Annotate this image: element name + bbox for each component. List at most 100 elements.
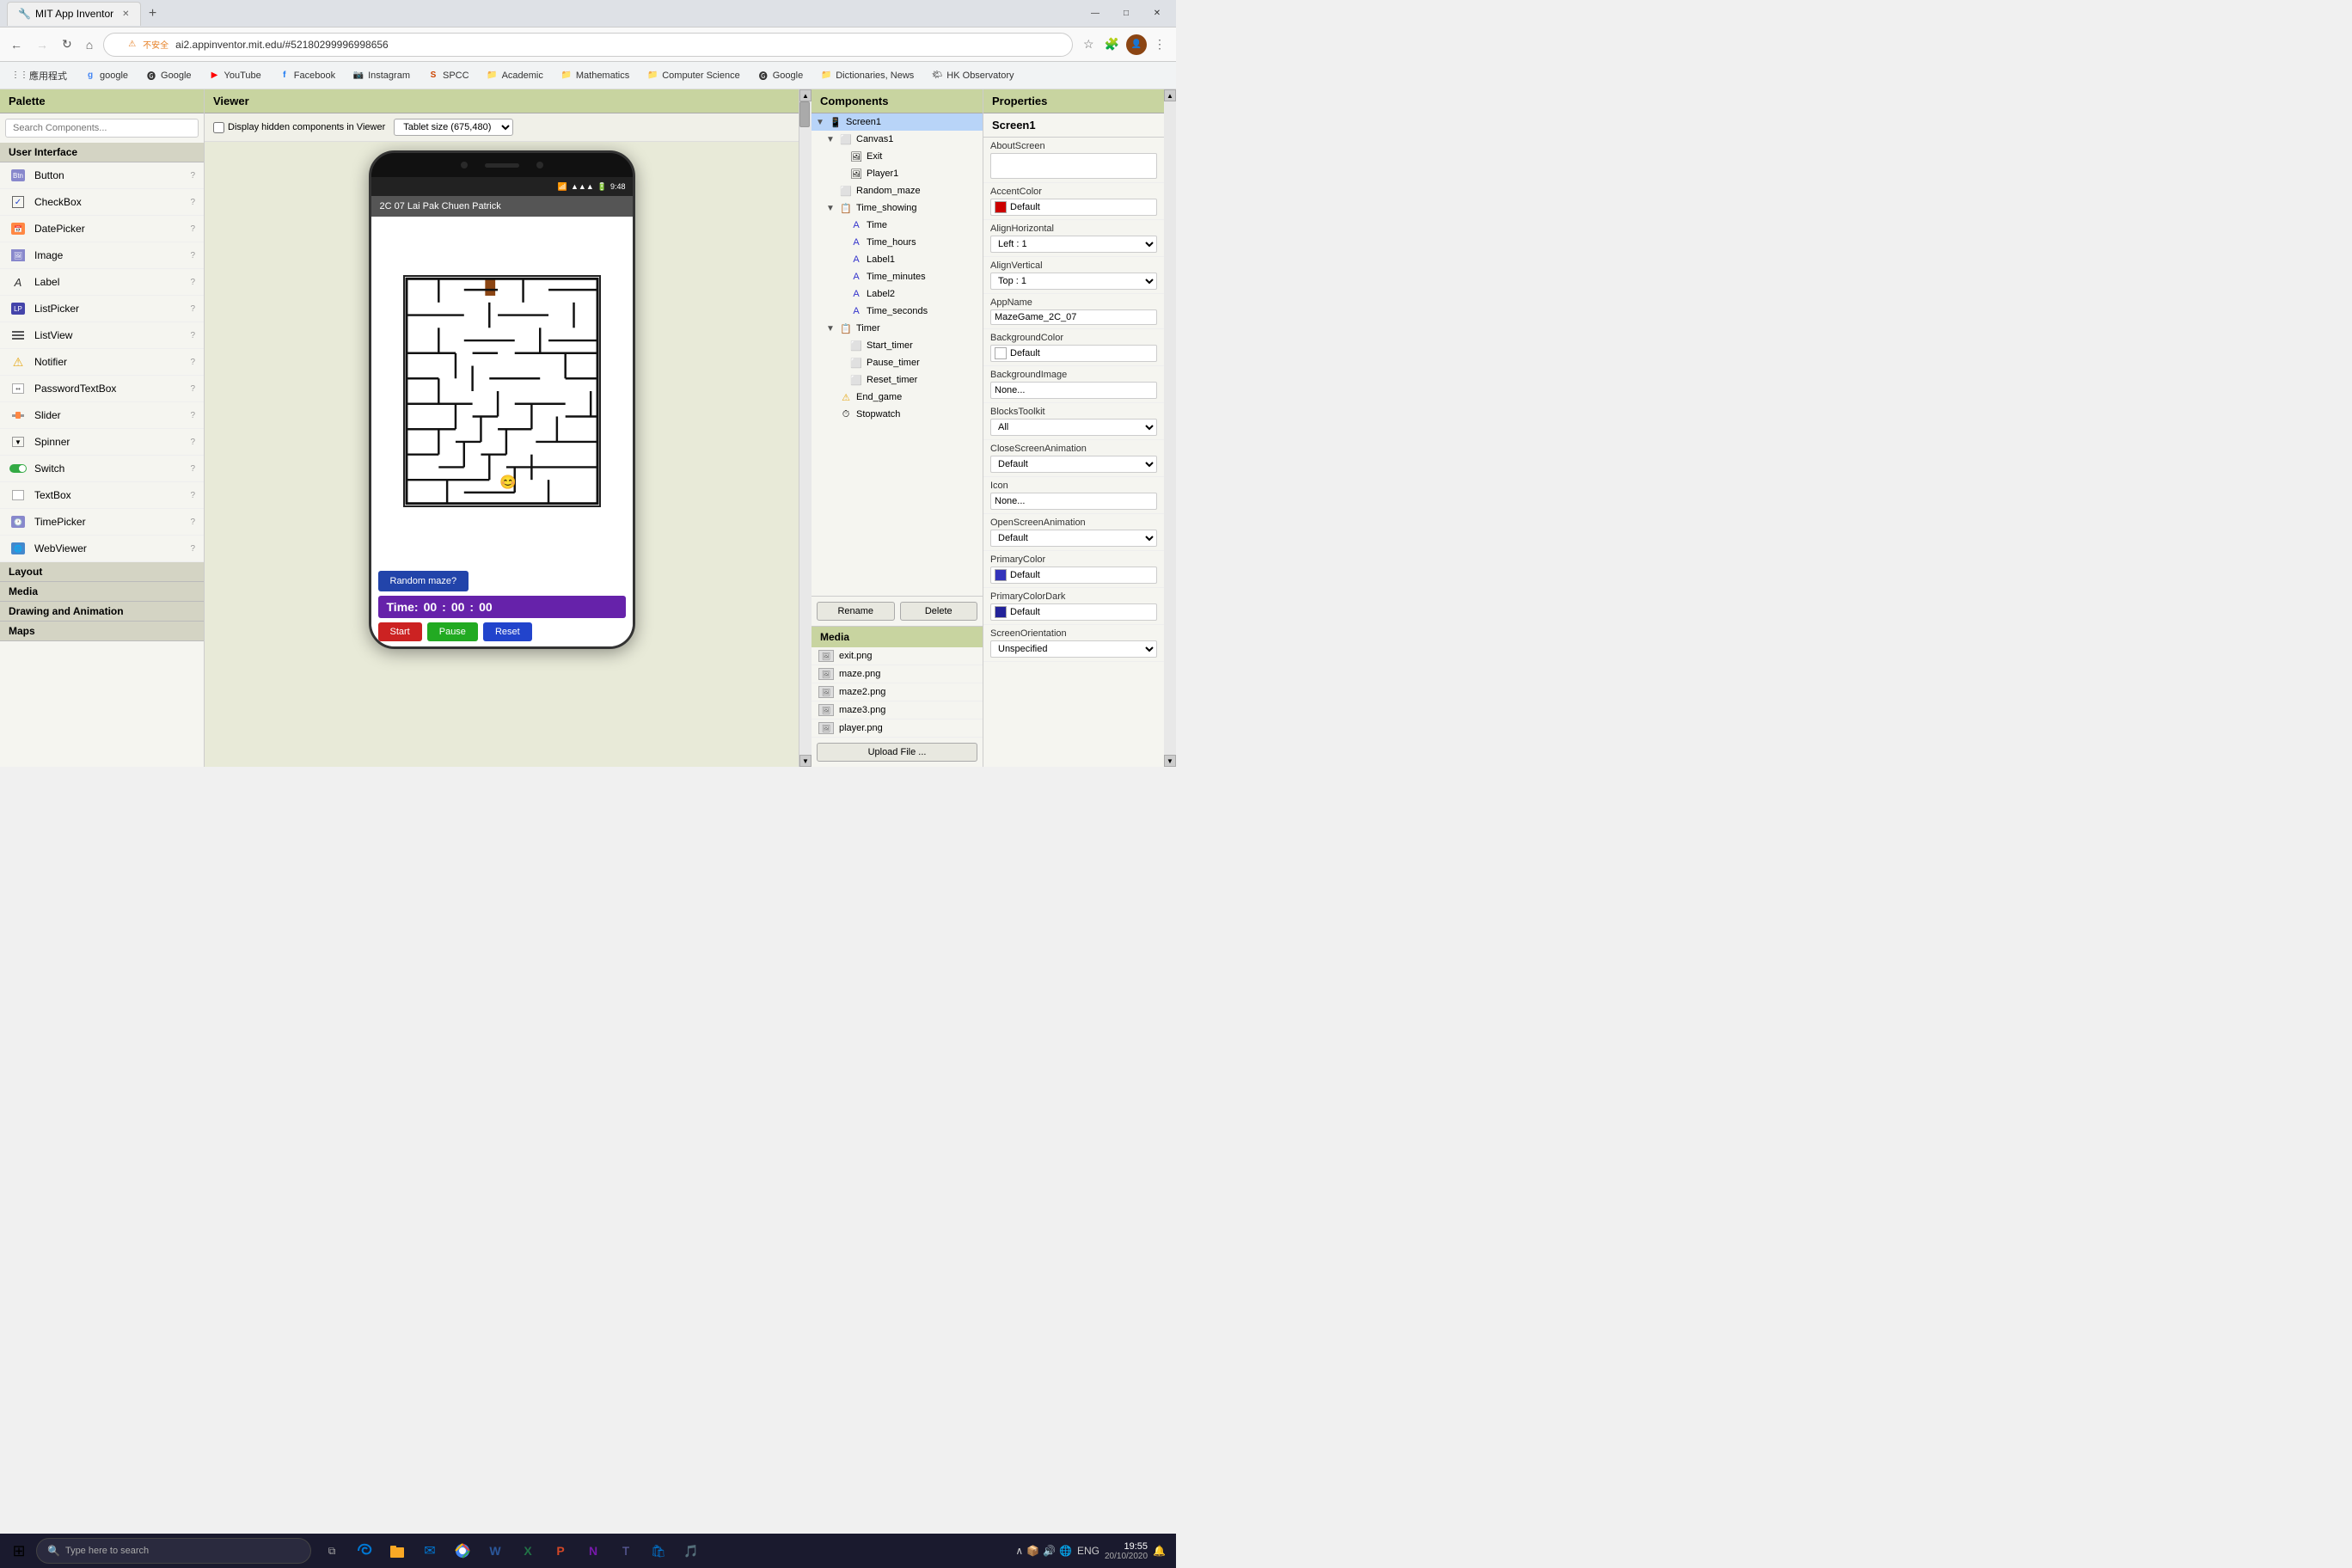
pause-button[interactable]: Pause (427, 622, 478, 641)
tree-time-seconds[interactable]: A Time_seconds (812, 303, 983, 320)
passwordtextbox-help[interactable]: ? (190, 384, 195, 394)
random-maze-button[interactable]: Random maze? (378, 571, 469, 591)
timepicker-help[interactable]: ? (190, 518, 195, 527)
bookmark-academic[interactable]: 📁 Academic (480, 67, 550, 84)
browser-tab[interactable]: 🔧 MIT App Inventor ✕ (7, 2, 141, 26)
tree-label1[interactable]: A Label1 (812, 251, 983, 268)
bookmark-youtube[interactable]: ▶ YouTube (202, 67, 268, 84)
notifier-help[interactable]: ? (190, 358, 195, 367)
palette-webviewer[interactable]: 🌐 WebViewer ? (0, 536, 204, 562)
start-button[interactable]: ⊞ (3, 1535, 34, 1566)
scroll-up-arrow[interactable]: ▲ (799, 89, 812, 101)
media-player-png[interactable]: 🖼 player.png (812, 720, 983, 738)
spinner-help[interactable]: ? (190, 438, 195, 447)
prop-blockstoolkit-select[interactable]: All (990, 419, 1157, 436)
bookmark-dict[interactable]: 📁 Dictionaries, News (813, 67, 921, 84)
bookmark-apps[interactable]: ⋮⋮ 應用程式 (7, 66, 74, 85)
checkbox-help[interactable]: ? (190, 198, 195, 207)
tree-time-showing[interactable]: ▼ 📋 Time_showing (812, 199, 983, 217)
taskbar-onenote[interactable]: N (578, 1535, 609, 1566)
textbox-help[interactable]: ? (190, 491, 195, 500)
taskbar-excel[interactable]: X (512, 1535, 543, 1566)
palette-image[interactable]: 🖼 Image ? (0, 242, 204, 269)
tree-time[interactable]: A Time (812, 217, 983, 234)
prop-backgroundimage-value[interactable]: None... (990, 382, 1157, 399)
taskbar-powerpoint[interactable]: P (545, 1535, 576, 1566)
address-input[interactable]: ⚠ 不安全 ai2.appinventor.mit.edu/#521802999… (103, 33, 1073, 57)
bookmark-google[interactable]: 🅖 Google (138, 67, 198, 84)
palette-switch[interactable]: Switch ? (0, 456, 204, 482)
palette-slider[interactable]: Slider ? (0, 402, 204, 429)
taskbar-chrome[interactable] (447, 1535, 478, 1566)
systray-speaker[interactable]: 🔊 (1043, 1545, 1056, 1557)
bookmark-spcc[interactable]: S SPCC (420, 67, 476, 84)
toggle-canvas1[interactable]: ▼ (825, 135, 836, 144)
section-layout[interactable]: Layout (0, 562, 204, 582)
tree-reset-timer[interactable]: ⬜ Reset_timer (812, 371, 983, 389)
close-button[interactable]: ✕ (1145, 5, 1169, 22)
toggle-time-showing[interactable]: ▼ (825, 204, 836, 213)
upload-button[interactable]: Upload File ... (817, 743, 977, 762)
rename-button[interactable]: Rename (817, 602, 895, 621)
taskbar-file-explorer[interactable] (382, 1535, 413, 1566)
tree-screen1[interactable]: ▼ 📱 Screen1 (812, 113, 983, 131)
taskbar-word[interactable]: W (480, 1535, 511, 1566)
prop-alignvertical-select[interactable]: Top : 1 Center : 2 Bottom : 3 (990, 273, 1157, 290)
palette-passwordtextbox[interactable]: •• PasswordTextBox ? (0, 376, 204, 402)
prop-appname-input[interactable] (990, 309, 1157, 325)
taskbar-teams[interactable]: T (610, 1535, 641, 1566)
systray-network[interactable]: 🌐 (1059, 1545, 1072, 1557)
prop-closescreenanimation-select[interactable]: Default (990, 456, 1157, 473)
tree-canvas1[interactable]: ▼ ⬜ Canvas1 (812, 131, 983, 148)
listview-help[interactable]: ? (190, 331, 195, 340)
media-exit-png[interactable]: 🖼 exit.png (812, 647, 983, 665)
tree-player1[interactable]: 🖼 Player1 (812, 165, 983, 182)
prop-backgroundcolor-value[interactable]: Default (990, 345, 1157, 362)
star-button[interactable]: ☆ (1080, 34, 1098, 55)
media-maze-png[interactable]: 🖼 maze.png (812, 665, 983, 683)
webviewer-help[interactable]: ? (190, 544, 195, 554)
palette-textbox[interactable]: TextBox ? (0, 482, 204, 509)
taskbar-mail[interactable]: ✉ (414, 1535, 445, 1566)
tab-close-button[interactable]: ✕ (122, 9, 129, 19)
toggle-screen1[interactable]: ▼ (815, 118, 825, 127)
size-select[interactable]: Tablet size (675,480) Phone size (320,50… (394, 119, 513, 136)
bookmark-facebook[interactable]: f Facebook (272, 67, 342, 84)
taskbar-app9[interactable]: 🎵 (676, 1535, 707, 1566)
bookmark-google2[interactable]: 🅖 Google (750, 67, 810, 84)
button-help[interactable]: ? (190, 171, 195, 181)
taskbar-task-view[interactable]: ⧉ (316, 1535, 347, 1566)
right-edge-scrollbar[interactable]: ▲ ▼ (1164, 89, 1176, 767)
prop-openscreenanimation-select[interactable]: Default (990, 530, 1157, 547)
palette-spinner[interactable]: ▼ Spinner ? (0, 429, 204, 456)
palette-listview[interactable]: ListView ? (0, 322, 204, 349)
image-help[interactable]: ? (190, 251, 195, 260)
tree-exit[interactable]: 🖼 Exit (812, 148, 983, 165)
systray-notif[interactable]: 🔔 (1153, 1545, 1166, 1557)
prop-primarycolordark-value[interactable]: Default (990, 603, 1157, 621)
palette-notifier[interactable]: ⚠ Notifier ? (0, 349, 204, 376)
label-help[interactable]: ? (190, 278, 195, 287)
taskbar-store[interactable]: 🛍 (643, 1535, 674, 1566)
section-user-interface[interactable]: User Interface (0, 143, 204, 162)
tree-end-game[interactable]: ⚠ End_game (812, 389, 983, 406)
forward-button[interactable]: → (33, 36, 52, 53)
bookmark-google-small[interactable]: g google (77, 67, 135, 84)
maximize-button[interactable]: □ (1114, 5, 1138, 22)
prop-aboutscreen-value[interactable] (990, 153, 1157, 179)
tree-stopwatch[interactable]: ⏱ Stopwatch (812, 406, 983, 423)
media-maze3-png[interactable]: 🖼 maze3.png (812, 701, 983, 720)
datepicker-help[interactable]: ? (190, 224, 195, 234)
listpicker-help[interactable]: ? (190, 304, 195, 314)
slider-help[interactable]: ? (190, 411, 195, 420)
section-drawing[interactable]: Drawing and Animation (0, 602, 204, 622)
right-scroll-up[interactable]: ▲ (1164, 89, 1176, 101)
home-button[interactable]: ⌂ (83, 36, 96, 53)
palette-label[interactable]: A Label ? (0, 269, 204, 296)
prop-alignhorizontal-select[interactable]: Left : 1 Center : 3 Right : 2 (990, 236, 1157, 253)
systray-up-arrow[interactable]: ∧ (1015, 1545, 1023, 1557)
prop-primarycolor-value[interactable]: Default (990, 567, 1157, 584)
taskbar-edge[interactable] (349, 1535, 380, 1566)
palette-checkbox[interactable]: ✓ CheckBox ? (0, 189, 204, 216)
hidden-components-checkbox[interactable] (213, 122, 224, 133)
